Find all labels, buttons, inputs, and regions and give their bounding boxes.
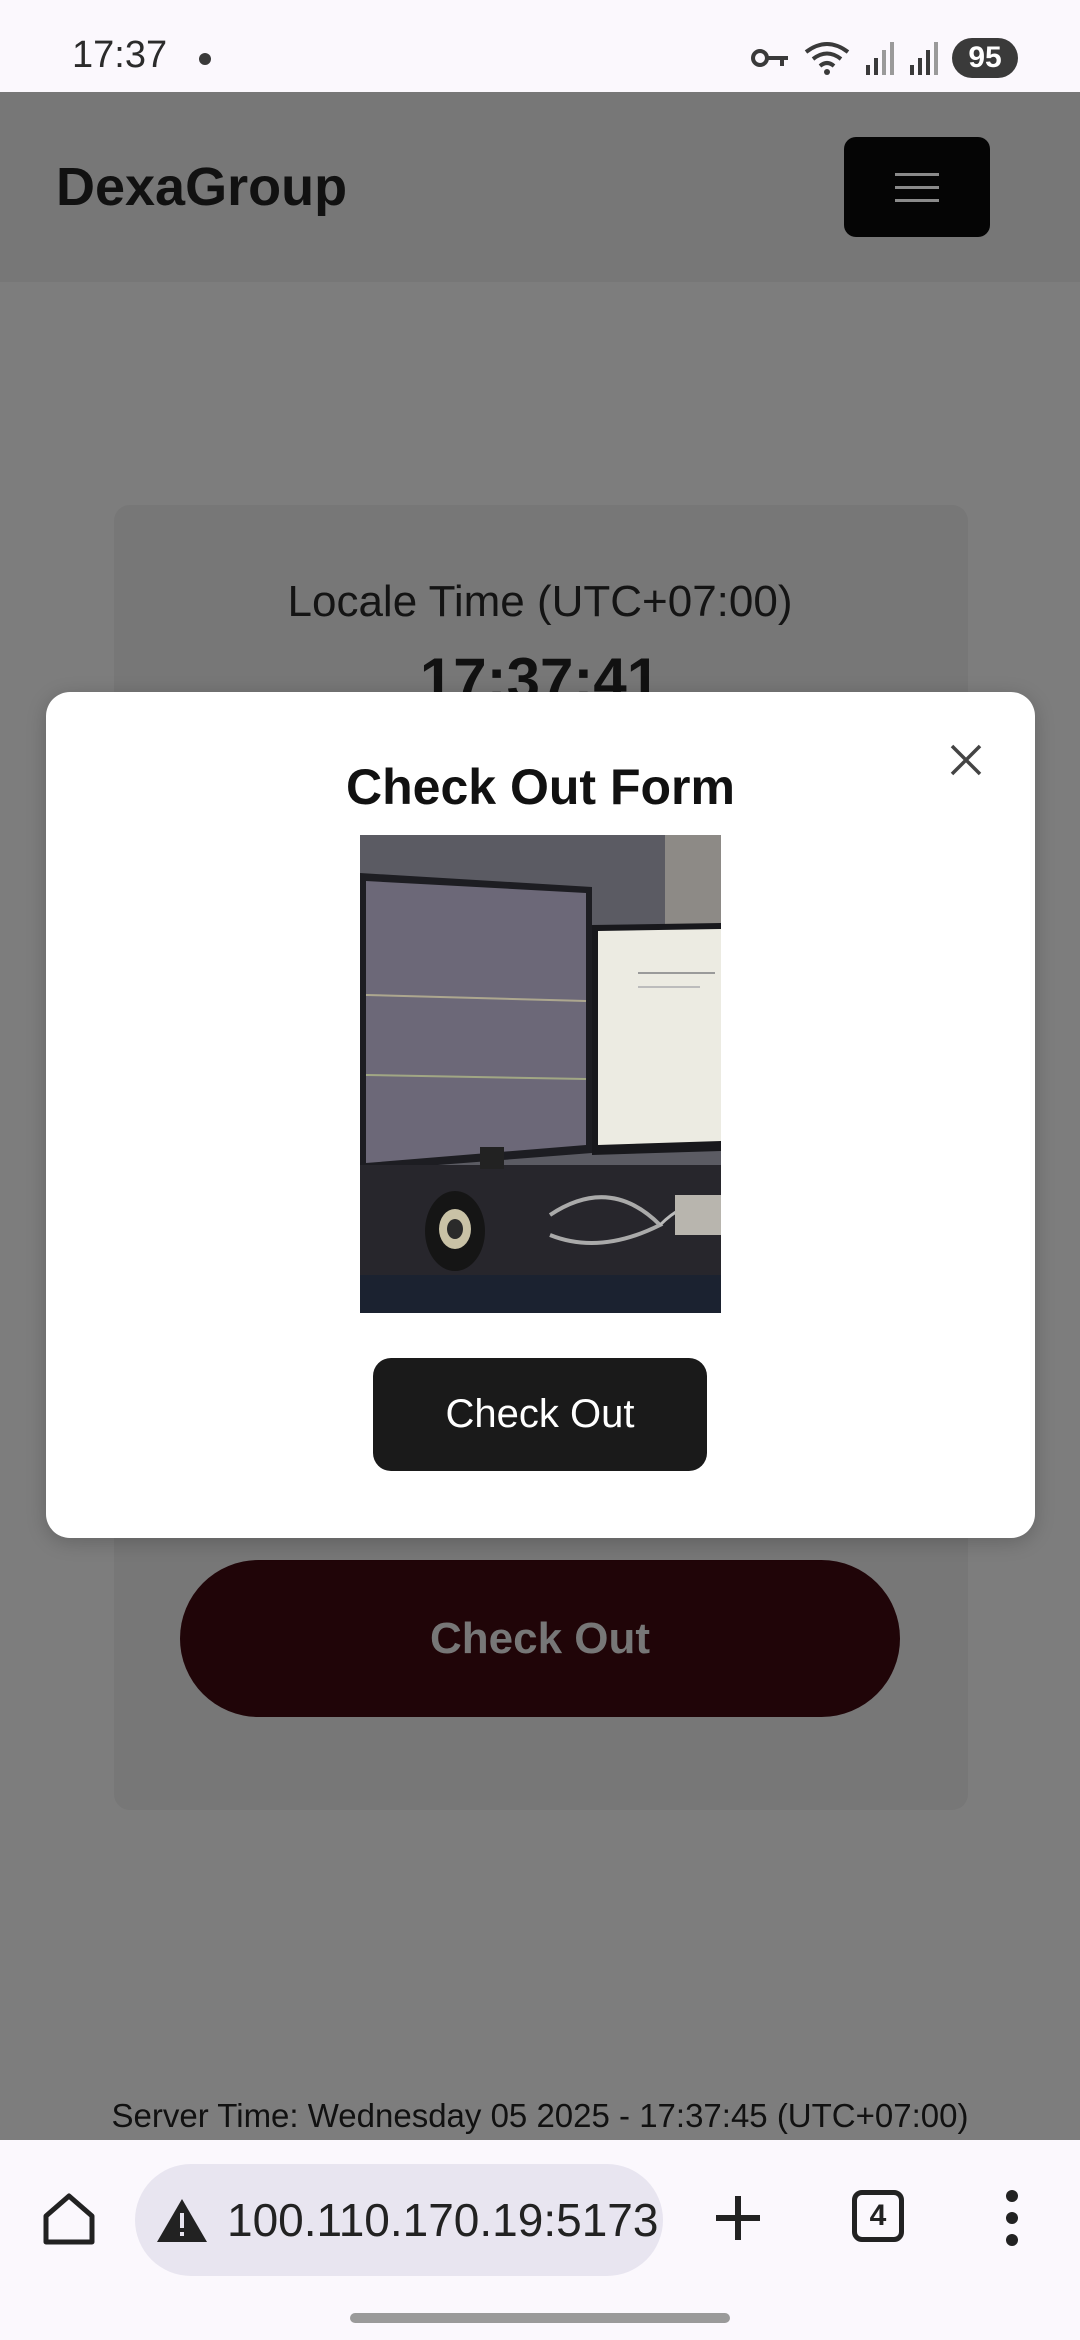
gesture-bar bbox=[350, 2313, 730, 2323]
hamburger-menu-button[interactable] bbox=[844, 137, 990, 237]
warning-icon[interactable] bbox=[155, 2196, 209, 2244]
url-text[interactable]: 100.110.170.19:5173/d bbox=[227, 2193, 657, 2247]
battery-indicator: 95 bbox=[952, 38, 1018, 78]
modal-title: Check Out Form bbox=[346, 759, 735, 815]
brand-logo-text[interactable]: DexaGroup bbox=[56, 156, 347, 218]
locale-time-label: Locale Time (UTC+07:00) bbox=[287, 577, 793, 626]
signal-icon bbox=[910, 42, 938, 75]
signal-icon bbox=[866, 42, 894, 75]
hamburger-icon bbox=[895, 172, 939, 176]
browser-toolbar: 100.110.170.19:5173/d 4 bbox=[0, 2140, 1080, 2340]
wifi-icon bbox=[804, 42, 850, 75]
check-out-main-button[interactable]: Check Out bbox=[180, 1560, 900, 1717]
check-out-submit-button[interactable]: Check Out bbox=[373, 1358, 707, 1471]
status-time: 17:37 bbox=[72, 34, 168, 76]
camera-photo bbox=[360, 835, 721, 1313]
home-icon[interactable] bbox=[38, 2188, 100, 2250]
status-icons: 95 bbox=[750, 38, 1018, 78]
plus-icon[interactable] bbox=[712, 2192, 764, 2244]
close-icon[interactable] bbox=[946, 740, 986, 780]
status-bar: 17:37 95 bbox=[0, 0, 1080, 92]
notification-dot-icon bbox=[199, 53, 211, 65]
app-header: DexaGroup bbox=[0, 92, 1080, 282]
check-out-modal: Check Out Form Check Out bbox=[46, 692, 1035, 1538]
server-time: Server Time: Wednesday 05 2025 - 17:37:4… bbox=[111, 2097, 969, 2134]
more-icon[interactable] bbox=[1002, 2188, 1022, 2248]
url-bar[interactable]: 100.110.170.19:5173/d bbox=[135, 2164, 663, 2276]
key-icon bbox=[751, 49, 788, 67]
tabs-icon[interactable]: 4 bbox=[852, 2190, 904, 2242]
